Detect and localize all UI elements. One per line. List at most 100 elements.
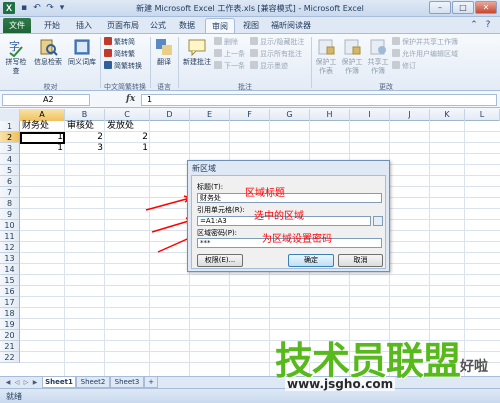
convert-icon (104, 61, 112, 69)
tab-insert[interactable]: 插入 (70, 18, 98, 33)
protect-workbook-button[interactable]: 保护工作簿 (340, 37, 364, 76)
column-header[interactable]: I (350, 109, 390, 121)
column-header[interactable]: L (465, 109, 500, 121)
watermark-url: www.jsgho.com (285, 377, 396, 391)
tab-file[interactable]: 文件 (3, 18, 31, 33)
share-workbook-button[interactable]: 共享工作簿 (366, 37, 390, 76)
cancel-button[interactable]: 取消 (338, 254, 383, 267)
excel-window: X ▪ ↶ ↷ ▾ 新建 Microsoft Excel 工作表.xls [兼容… (0, 0, 500, 403)
column-header[interactable]: D (150, 109, 190, 121)
cell-b3[interactable]: 3 (65, 143, 105, 154)
new-comment-button[interactable]: 新建批注 (181, 37, 213, 67)
column-header[interactable]: F (230, 109, 270, 121)
maximize-button[interactable]: □ (452, 1, 474, 14)
column-header[interactable]: K (430, 109, 465, 121)
row-header[interactable]: 7 (0, 187, 20, 198)
simp-to-trad-button[interactable]: 简转繁 (104, 49, 135, 59)
row-header[interactable]: 20 (0, 330, 20, 341)
column-header[interactable]: H (310, 109, 350, 121)
last-sheet-icon[interactable]: ▶ (31, 378, 39, 387)
row-header[interactable]: 17 (0, 297, 20, 308)
research-button[interactable]: 信息检索 (33, 37, 63, 67)
thesaurus-button[interactable]: 同义词库 (67, 37, 97, 67)
next-comment-button[interactable]: 下一条 (214, 61, 245, 71)
row-header[interactable]: 18 (0, 308, 20, 319)
minimize-button[interactable]: – (429, 1, 451, 14)
cell-b1[interactable]: 审核处 (65, 121, 96, 132)
track-changes-button[interactable]: 修订 (392, 61, 416, 71)
ribbon-collapse-icon[interactable]: ⌃ (468, 19, 480, 31)
tab-data[interactable]: 数据 (176, 18, 198, 33)
row-header[interactable]: 12 (0, 242, 20, 253)
spell-check-icon: 字 (9, 39, 23, 57)
cell-c2[interactable]: 2 (105, 132, 150, 143)
protect-share-button[interactable]: 保护并共享工作簿 (392, 37, 458, 47)
column-header[interactable]: E (190, 109, 230, 121)
delete-comment-button[interactable]: 删除 (214, 37, 238, 47)
trad-to-simp-button[interactable]: 繁转简 (104, 37, 135, 47)
row-header[interactable]: 11 (0, 231, 20, 242)
group-separator (178, 37, 179, 88)
ok-button[interactable]: 确定 (288, 254, 334, 267)
next-sheet-icon[interactable]: ▷ (22, 378, 30, 387)
row-header[interactable]: 8 (0, 198, 20, 209)
show-ink-label: 显示墨迹 (260, 62, 288, 70)
row-header[interactable]: 22 (0, 352, 20, 363)
protect-sheet-button[interactable]: 保护工作表 (314, 37, 338, 76)
column-header[interactable]: G (270, 109, 310, 121)
column-header[interactable]: J (390, 109, 430, 121)
row-header[interactable]: 15 (0, 275, 20, 286)
column-header[interactable]: C (105, 109, 150, 121)
column-gridline (64, 121, 65, 376)
name-box[interactable]: A2 (2, 94, 90, 106)
tab-view[interactable]: 视图 (240, 18, 262, 33)
title-field[interactable]: 财务处 (197, 193, 382, 203)
cell-c1[interactable]: 发放处 (105, 121, 136, 132)
row-header[interactable]: 16 (0, 286, 20, 297)
row-header[interactable]: 1 (0, 121, 20, 132)
row-header[interactable]: 10 (0, 220, 20, 231)
sheet-tab[interactable]: Sheet1 (42, 377, 76, 388)
show-hide-comment-button[interactable]: 显示/隐藏批注 (250, 37, 304, 47)
sheet-tab[interactable]: Sheet2 (76, 377, 110, 388)
cell-c3[interactable]: 1 (105, 143, 150, 154)
row-header[interactable]: 21 (0, 341, 20, 352)
translate-button[interactable]: 翻译 (153, 37, 175, 67)
row-header[interactable]: 9 (0, 209, 20, 220)
sheet-tab[interactable]: Sheet3 (110, 377, 144, 388)
row-header[interactable]: 2 (0, 132, 20, 143)
row-header[interactable]: 3 (0, 143, 20, 154)
tab-page-layout[interactable]: 页面布局 (103, 18, 143, 33)
spell-check-button[interactable]: 字 拼写检查 (3, 37, 29, 76)
cell-b2[interactable]: 2 (65, 132, 105, 143)
permissions-button[interactable]: 权限(E)... (197, 254, 243, 267)
row-header[interactable]: 4 (0, 154, 20, 165)
close-button[interactable]: ✕ (475, 1, 497, 14)
prev-comment-button[interactable]: 上一条 (214, 49, 245, 59)
first-sheet-icon[interactable]: ◀ (4, 378, 12, 387)
insert-function-icon[interactable]: fx (126, 94, 135, 104)
select-all-corner[interactable] (0, 109, 20, 121)
insert-sheet-icon[interactable]: + (144, 377, 158, 388)
show-all-comments-button[interactable]: 显示所有批注 (250, 49, 302, 59)
row-header[interactable]: 5 (0, 165, 20, 176)
formula-input[interactable]: 1 (141, 94, 497, 106)
convert-button[interactable]: 简繁转换 (104, 61, 142, 71)
tab-review[interactable]: 审阅 (205, 18, 235, 33)
prev-sheet-icon[interactable]: ◁ (13, 378, 21, 387)
row-header[interactable]: 19 (0, 319, 20, 330)
column-header[interactable]: A (20, 109, 65, 121)
cell-a1[interactable]: 财务处 (20, 121, 51, 132)
collapse-dialog-icon[interactable] (373, 216, 383, 226)
column-header[interactable]: B (65, 109, 105, 121)
help-icon[interactable]: ? (482, 19, 494, 31)
tab-formulas[interactable]: 公式 (147, 18, 169, 33)
row-header[interactable]: 13 (0, 253, 20, 264)
tab-foxit-reader[interactable]: 福昕阅读器 (268, 18, 314, 33)
allow-edit-ranges-button[interactable]: 允许用户编辑区域 (392, 49, 458, 59)
row-header[interactable]: 6 (0, 176, 20, 187)
show-ink-button[interactable]: 显示墨迹 (250, 61, 288, 71)
tab-home[interactable]: 开始 (38, 18, 66, 33)
row-header[interactable]: 14 (0, 264, 20, 275)
cell-a3[interactable]: 1 (20, 143, 65, 154)
